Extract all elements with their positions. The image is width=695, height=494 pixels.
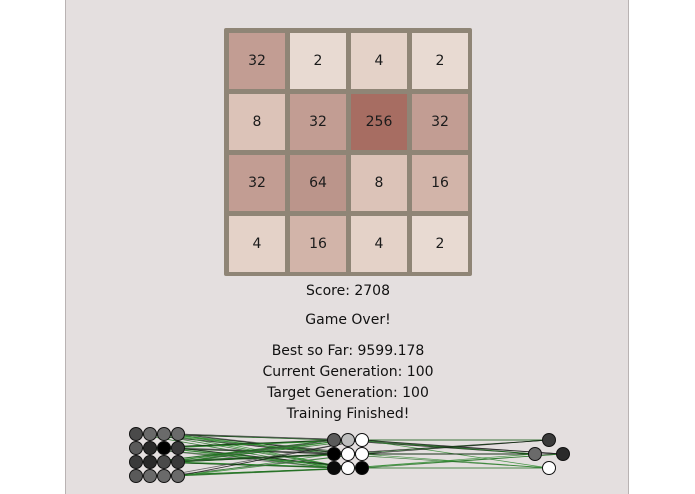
training-status-label: Training Finished! <box>286 406 410 422</box>
input-neuron <box>129 427 143 441</box>
tile-r4-c1: 4 <box>229 216 285 272</box>
game-board: 32 2 4 2 8 32 256 32 32 64 8 16 4 16 4 2 <box>224 28 472 276</box>
input-neuron <box>171 441 185 455</box>
input-neuron <box>143 427 157 441</box>
hidden-neuron <box>355 461 369 475</box>
hidden-neuron <box>341 433 355 447</box>
tile-r2-c3: 256 <box>351 94 407 150</box>
tile-r1-c3: 4 <box>351 33 407 89</box>
input-neuron <box>157 427 171 441</box>
tile-r1-c1: 32 <box>229 33 285 89</box>
input-neuron <box>157 441 171 455</box>
tile-r2-c4: 32 <box>412 94 468 150</box>
tile-r4-c2: 16 <box>290 216 346 272</box>
input-neuron <box>129 441 143 455</box>
hidden-neuron <box>355 447 369 461</box>
input-neuron <box>171 427 185 441</box>
input-neuron <box>129 455 143 469</box>
hidden-neuron <box>341 461 355 475</box>
tile-r4-c3: 4 <box>351 216 407 272</box>
tile-r3-c3: 8 <box>351 155 407 211</box>
input-neuron <box>171 455 185 469</box>
target-generation-label: Target Generation: 100 <box>267 385 429 401</box>
tile-r1-c2: 2 <box>290 33 346 89</box>
current-generation-label: Current Generation: 100 <box>262 364 434 380</box>
neural-network-visualization <box>129 427 570 483</box>
tile-r2-c1: 8 <box>229 94 285 150</box>
input-neuron <box>143 455 157 469</box>
input-neuron <box>143 441 157 455</box>
output-neuron <box>528 447 542 461</box>
input-neuron <box>157 455 171 469</box>
tile-r4-c4: 2 <box>412 216 468 272</box>
input-neuron <box>129 469 143 483</box>
input-neuron <box>157 469 171 483</box>
tile-r3-c2: 64 <box>290 155 346 211</box>
game-over-label: Game Over! <box>305 312 391 328</box>
hidden-neuron <box>327 433 341 447</box>
tile-r1-c4: 2 <box>412 33 468 89</box>
tile-r3-c1: 32 <box>229 155 285 211</box>
game-window: 32 2 4 2 8 32 256 32 32 64 8 16 4 16 4 2 Score: 2708 Ga… <box>65 0 629 494</box>
input-neuron <box>143 469 157 483</box>
hidden-neuron <box>327 447 341 461</box>
score-label: Score: 2708 <box>305 283 390 299</box>
hidden-neuron <box>327 461 341 475</box>
output-neuron <box>542 433 556 447</box>
hidden-neuron <box>355 433 369 447</box>
output-neuron <box>556 447 570 461</box>
best-score-label: Best so Far: 9599.178 <box>271 343 425 359</box>
tile-r3-c4: 16 <box>412 155 468 211</box>
output-neuron <box>542 461 556 475</box>
tile-r2-c2: 32 <box>290 94 346 150</box>
hidden-neuron <box>341 447 355 461</box>
connection-input-hidden <box>163 467 349 477</box>
input-neuron <box>171 469 185 483</box>
